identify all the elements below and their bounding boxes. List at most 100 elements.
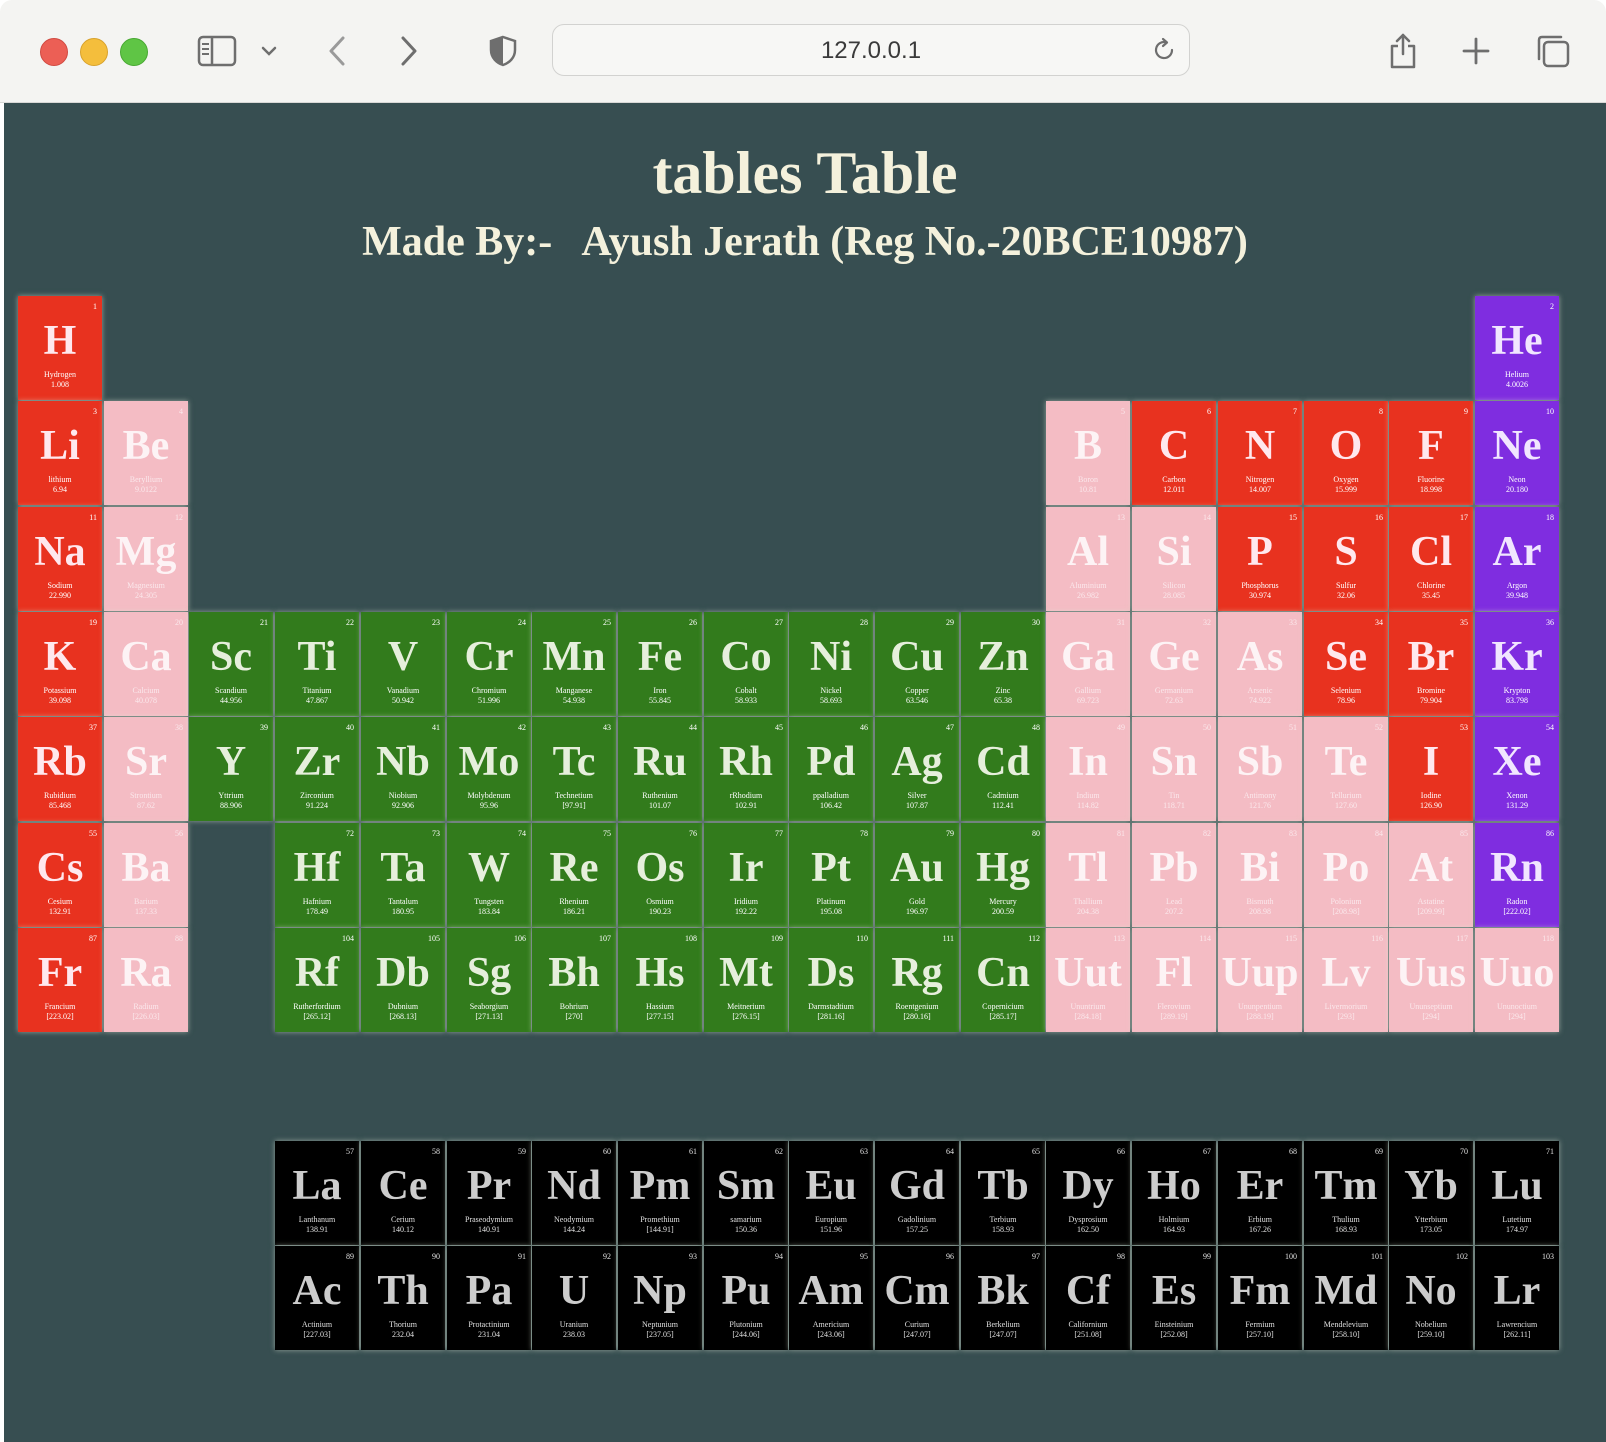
- element-cell-pb[interactable]: 82 Pb Lead 207.2: [1132, 823, 1216, 927]
- element-cell-tl[interactable]: 81 Tl Thallium 204.38: [1046, 823, 1130, 927]
- element-cell-rf[interactable]: 104 Rf Rutherfordium [265.12]: [275, 928, 359, 1032]
- element-cell-lv[interactable]: 116 Lv Livermorium [293]: [1304, 928, 1388, 1032]
- element-cell-ba[interactable]: 56 Ba Barium 137.33: [104, 823, 188, 927]
- element-cell-na[interactable]: 11 Na Sodium 22.990: [18, 507, 102, 611]
- element-cell-u[interactable]: 92 U Uranium 238.03: [532, 1246, 616, 1350]
- element-cell-y[interactable]: 39 Y Yttrium 88.906: [189, 717, 273, 821]
- element-cell-mg[interactable]: 12 Mg Magnesium 24.305: [104, 507, 188, 611]
- element-cell-ni[interactable]: 28 Ni Nickel 58.693: [789, 612, 873, 716]
- element-cell-dy[interactable]: 66 Dy Dysprosium 162.50: [1046, 1141, 1130, 1245]
- element-cell-au[interactable]: 79 Au Gold 196.97: [875, 823, 959, 927]
- element-cell-b[interactable]: 5 B Boron 10.81: [1046, 401, 1130, 505]
- element-cell-ac[interactable]: 89 Ac Actinium [227.03]: [275, 1246, 359, 1350]
- element-cell-uus[interactable]: 117 Uus Ununseptium [294]: [1389, 928, 1473, 1032]
- element-cell-ne[interactable]: 10 Ne Neon 20.180: [1475, 401, 1559, 505]
- element-cell-ir[interactable]: 77 Ir Iridium 192.22: [704, 823, 788, 927]
- element-cell-cf[interactable]: 98 Cf Californium [251.08]: [1046, 1246, 1130, 1350]
- element-cell-ca[interactable]: 20 Ca Calcium 40.078: [104, 612, 188, 716]
- element-cell-be[interactable]: 4 Be Beryllium 9.0122: [104, 401, 188, 505]
- element-cell-p[interactable]: 15 P Phosphorus 30.974: [1218, 507, 1302, 611]
- element-cell-cn[interactable]: 112 Cn Copernicium [285.17]: [961, 928, 1045, 1032]
- element-cell-np[interactable]: 93 Np Neptunium [237.05]: [618, 1246, 702, 1350]
- element-cell-sg[interactable]: 106 Sg Seaborgium [271.13]: [447, 928, 531, 1032]
- element-cell-pd[interactable]: 46 Pd ppalladium 106.42: [789, 717, 873, 821]
- element-cell-c[interactable]: 6 C Carbon 12.011: [1132, 401, 1216, 505]
- element-cell-bk[interactable]: 97 Bk Berkelium [247.07]: [961, 1246, 1045, 1350]
- element-cell-at[interactable]: 85 At Astatine [209.99]: [1389, 823, 1473, 927]
- element-cell-yb[interactable]: 70 Yb Ytterbium 173.05: [1389, 1141, 1473, 1245]
- element-cell-db[interactable]: 105 Db Dubnium [268.13]: [361, 928, 445, 1032]
- element-cell-hf[interactable]: 72 Hf Hafnium 178.49: [275, 823, 359, 927]
- element-cell-o[interactable]: 8 O Oxygen 15.999: [1304, 401, 1388, 505]
- element-cell-md[interactable]: 101 Md Mendelevium [258.10]: [1304, 1246, 1388, 1350]
- element-cell-os[interactable]: 76 Os Osmium 190.23: [618, 823, 702, 927]
- element-cell-th[interactable]: 90 Th Thorium 232.04: [361, 1246, 445, 1350]
- element-cell-po[interactable]: 84 Po Polonium [208.98]: [1304, 823, 1388, 927]
- element-cell-cr[interactable]: 24 Cr Chromium 51.996: [447, 612, 531, 716]
- element-cell-sn[interactable]: 50 Sn Tin 118.71: [1132, 717, 1216, 821]
- element-cell-pr[interactable]: 59 Pr Praseodymium 140.91: [447, 1141, 531, 1245]
- element-cell-w[interactable]: 74 W Tungsten 183.84: [447, 823, 531, 927]
- element-cell-te[interactable]: 52 Te Tellurium 127.60: [1304, 717, 1388, 821]
- element-cell-tc[interactable]: 43 Tc Technetium [97.91]: [532, 717, 616, 821]
- element-cell-rn[interactable]: 86 Rn Radon [222.02]: [1475, 823, 1559, 927]
- element-cell-ar[interactable]: 18 Ar Argon 39.948: [1475, 507, 1559, 611]
- element-cell-zr[interactable]: 40 Zr Zirconium 91.224: [275, 717, 359, 821]
- share-icon[interactable]: [1386, 32, 1420, 70]
- minimize-window-button[interactable]: [80, 38, 108, 66]
- element-cell-no[interactable]: 102 No Nobelium [259.10]: [1389, 1246, 1473, 1350]
- element-cell-uut[interactable]: 113 Uut Ununtrium [284.18]: [1046, 928, 1130, 1032]
- element-cell-er[interactable]: 68 Er Erbium 167.26: [1218, 1141, 1302, 1245]
- element-cell-es[interactable]: 99 Es Einsteinium [252.08]: [1132, 1246, 1216, 1350]
- element-cell-uup[interactable]: 115 Uup Ununpentium [288.19]: [1218, 928, 1302, 1032]
- element-cell-fe[interactable]: 26 Fe Iron 55.845: [618, 612, 702, 716]
- element-cell-f[interactable]: 9 F Fluorine 18.998: [1389, 401, 1473, 505]
- element-cell-v[interactable]: 23 V Vanadium 50.942: [361, 612, 445, 716]
- element-cell-rb[interactable]: 37 Rb Rubidium 85.468: [18, 717, 102, 821]
- element-cell-ti[interactable]: 22 Ti Titanium 47.867: [275, 612, 359, 716]
- element-cell-k[interactable]: 19 K Potassium 39.098: [18, 612, 102, 716]
- sidebar-toggle-icon[interactable]: [196, 32, 238, 70]
- element-cell-fr[interactable]: 87 Fr Francium [223.02]: [18, 928, 102, 1032]
- element-cell-fm[interactable]: 100 Fm Fermium [257.10]: [1218, 1246, 1302, 1350]
- element-cell-ga[interactable]: 31 Ga Gallium 69.723: [1046, 612, 1130, 716]
- element-cell-he[interactable]: 2 He Helium 4.0026: [1475, 296, 1559, 400]
- element-cell-ru[interactable]: 44 Ru Ruthenium 101.07: [618, 717, 702, 821]
- element-cell-gd[interactable]: 64 Gd Gadolinium 157.25: [875, 1141, 959, 1245]
- element-cell-re[interactable]: 75 Re Rhenium 186.21: [532, 823, 616, 927]
- element-cell-lr[interactable]: 103 Lr Lawrencium [262.11]: [1475, 1246, 1559, 1350]
- element-cell-cd[interactable]: 48 Cd Cadmium 112.41: [961, 717, 1045, 821]
- element-cell-la[interactable]: 57 La Lanthanum 138.91: [275, 1141, 359, 1245]
- element-cell-uuo[interactable]: 118 Uuo Ununoctium [294]: [1475, 928, 1559, 1032]
- element-cell-ho[interactable]: 67 Ho Holmium 164.93: [1132, 1141, 1216, 1245]
- address-bar[interactable]: 127.0.0.1: [552, 24, 1190, 76]
- element-cell-sc[interactable]: 21 Sc Scandium 44.956: [189, 612, 273, 716]
- element-cell-bh[interactable]: 107 Bh Bohrium [270]: [532, 928, 616, 1032]
- element-cell-sb[interactable]: 51 Sb Antimony 121.76: [1218, 717, 1302, 821]
- forward-icon[interactable]: [394, 32, 424, 70]
- element-cell-ds[interactable]: 110 Ds Darmstadtium [281.16]: [789, 928, 873, 1032]
- element-cell-br[interactable]: 35 Br Bromine 79.904: [1389, 612, 1473, 716]
- element-cell-bi[interactable]: 83 Bi Bismuth 208.98: [1218, 823, 1302, 927]
- element-cell-ta[interactable]: 73 Ta Tantalum 180.95: [361, 823, 445, 927]
- element-cell-tb[interactable]: 65 Tb Terbium 158.93: [961, 1141, 1045, 1245]
- element-cell-se[interactable]: 34 Se Selenium 78.96: [1304, 612, 1388, 716]
- element-cell-am[interactable]: 95 Am Americium [243.06]: [789, 1246, 873, 1350]
- element-cell-mo[interactable]: 42 Mo Molybdenum 95.96: [447, 717, 531, 821]
- element-cell-pa[interactable]: 91 Pa Protactinium 231.04: [447, 1246, 531, 1350]
- chevron-down-icon[interactable]: [258, 32, 280, 70]
- element-cell-sm[interactable]: 62 Sm samarium 150.36: [704, 1141, 788, 1245]
- element-cell-pt[interactable]: 78 Pt Platinum 195.08: [789, 823, 873, 927]
- element-cell-nd[interactable]: 60 Nd Neodymium 144.24: [532, 1141, 616, 1245]
- element-cell-cu[interactable]: 29 Cu Copper 63.546: [875, 612, 959, 716]
- element-cell-eu[interactable]: 63 Eu Europium 151.96: [789, 1141, 873, 1245]
- element-cell-zn[interactable]: 30 Zn Zinc 65.38: [961, 612, 1045, 716]
- element-cell-s[interactable]: 16 S Sulfur 32.06: [1304, 507, 1388, 611]
- element-cell-rh[interactable]: 45 Rh rRhodium 102.91: [704, 717, 788, 821]
- element-cell-tm[interactable]: 69 Tm Thulium 168.93: [1304, 1141, 1388, 1245]
- element-cell-h[interactable]: 1 H Hydrogen 1.008: [18, 296, 102, 400]
- element-cell-as[interactable]: 33 As Arsenic 74.922: [1218, 612, 1302, 716]
- element-cell-rg[interactable]: 111 Rg Roentgenium [280.16]: [875, 928, 959, 1032]
- element-cell-al[interactable]: 13 Al Aluminium 26.982: [1046, 507, 1130, 611]
- element-cell-nb[interactable]: 41 Nb Niobium 92.906: [361, 717, 445, 821]
